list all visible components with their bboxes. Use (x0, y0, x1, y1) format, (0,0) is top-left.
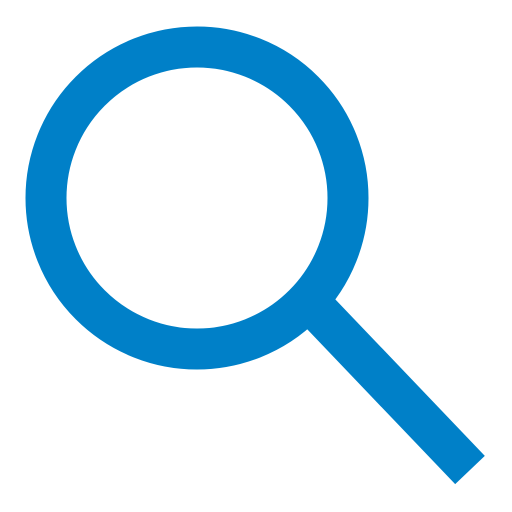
icon-canvas (0, 0, 512, 512)
magnifier-handle (305, 298, 485, 485)
search-icon (25, 26, 485, 485)
magnifier-lens (25, 26, 369, 370)
